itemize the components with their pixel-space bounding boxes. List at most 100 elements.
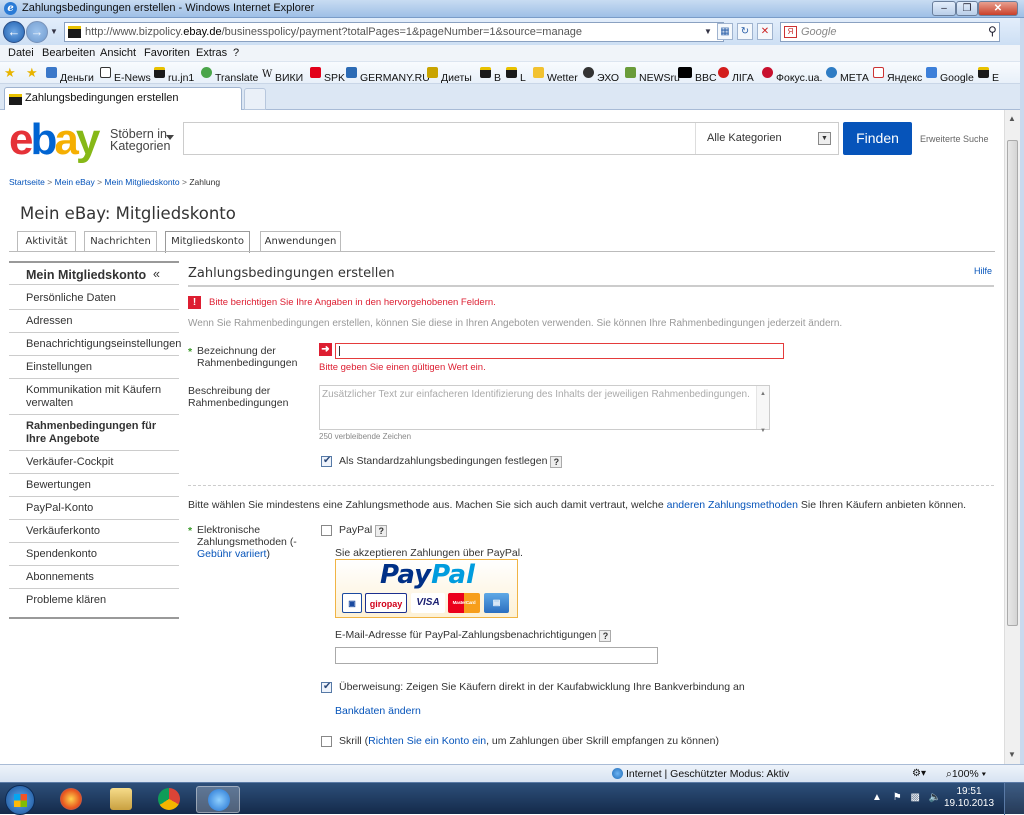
menu-ansicht[interactable]: Ansicht <box>100 47 136 59</box>
fav-rujn1[interactable]: ru.jn1 <box>154 67 194 84</box>
textarea-scrollbar[interactable]: ▲ ▼ <box>756 386 769 434</box>
zoom-level[interactable]: ⌕100% ▾ <box>946 768 986 781</box>
address-input[interactable]: http://www.bizpolicy.ebay.de/businesspol… <box>64 22 724 42</box>
add-favorite-icon[interactable]: ★ <box>26 65 38 81</box>
fav-translate[interactable]: Translate <box>201 67 258 84</box>
fav-google[interactable]: Google <box>926 67 974 84</box>
close-window-button[interactable]: ✕ <box>978 1 1018 16</box>
fav-b[interactable]: B <box>480 67 501 84</box>
chrome-taskbar-icon[interactable] <box>152 786 186 813</box>
fav-bbc[interactable]: BBC <box>678 67 717 84</box>
compatibility-view-icon[interactable]: ▦ <box>717 23 733 40</box>
help-link[interactable]: Hilfe <box>974 266 992 276</box>
other-payment-methods-link[interactable]: anderen Zahlungsmethoden <box>667 499 798 511</box>
forward-button[interactable]: → <box>26 21 48 43</box>
tray-expand-icon[interactable]: ▲ <box>872 792 882 803</box>
paypal-help-icon[interactable]: ? <box>375 525 388 537</box>
page-scrollbar[interactable]: ▲ ▼ <box>1004 110 1020 764</box>
security-zone[interactable]: Internet | Geschützter Modus: Aktiv <box>612 768 789 780</box>
tab-aktivitaet[interactable]: Aktivität <box>17 231 76 252</box>
search-icon[interactable]: ⚲ <box>988 24 997 38</box>
search-provider-input[interactable]: Я Google <box>780 22 1000 42</box>
category-dropdown-icon[interactable]: ▼ <box>818 132 831 145</box>
scroll-thumb[interactable] <box>1007 140 1018 626</box>
fav-echo[interactable]: ЭХО <box>583 67 619 84</box>
sidebar-item-verkaeufer-cockpit[interactable]: Verkäufer-Cockpit <box>9 451 179 474</box>
tab-mitgliedskonto[interactable]: Mitgliedskonto <box>165 231 250 253</box>
sidebar-item-kommunikation[interactable]: Kommunikation mit Käufern verwalten <box>9 379 179 415</box>
start-button[interactable] <box>5 785 35 815</box>
fav-wiki[interactable]: W ВИКИ <box>262 67 303 84</box>
browser-tab-active[interactable]: Zahlungsbedingungen erstellen <box>4 87 242 110</box>
bank-details-link[interactable]: Bankdaten ändern <box>335 705 421 717</box>
show-desktop-button[interactable] <box>1004 783 1024 815</box>
policy-description-textarea[interactable]: Zusätzlicher Text zur einfacheren Identi… <box>319 385 770 434</box>
fee-varies-link[interactable]: Gebühr variiert <box>197 548 266 560</box>
paypal-checkbox[interactable] <box>321 525 332 536</box>
fav-germany[interactable]: GERMANY.RU <box>346 67 430 84</box>
protected-mode-icon[interactable]: ⚙▾ <box>912 768 926 779</box>
paypal-email-input[interactable] <box>335 647 658 664</box>
ebay-logo[interactable]: ebay <box>9 116 100 164</box>
sidebar-item-abonnements[interactable]: Abonnements <box>9 566 179 589</box>
fav-newsru[interactable]: NEWSru <box>625 67 680 84</box>
tab-nachrichten[interactable]: Nachrichten <box>84 231 157 252</box>
scroll-down-icon[interactable]: ▼ <box>1008 750 1016 759</box>
breadcrumb-my-ebay[interactable]: Mein eBay <box>55 177 95 187</box>
sidebar-item-verkaeuferkonto[interactable]: Verkäuferkonto <box>9 520 179 543</box>
fav-yandex[interactable]: Яндекс <box>873 67 922 84</box>
browse-categories-button[interactable]: Stöbern in Kategorien <box>110 128 174 152</box>
sidebar-item-bewertungen[interactable]: Bewertungen <box>9 474 179 497</box>
fav-dengi[interactable]: Деньги <box>46 67 94 84</box>
menu-favoriten[interactable]: Favoriten <box>144 47 190 59</box>
category-select[interactable]: Alle Kategorien ▼ <box>695 123 839 154</box>
minimize-button[interactable]: – <box>932 1 956 16</box>
sidebar-item-adressen[interactable]: Adressen <box>9 310 179 333</box>
skrill-checkbox[interactable] <box>321 736 332 747</box>
restore-button[interactable]: ❐ <box>956 1 978 16</box>
breadcrumb-account[interactable]: Mein Mitgliedskonto <box>105 177 180 187</box>
email-help-icon[interactable]: ? <box>599 630 612 642</box>
fav-diety[interactable]: Диеты <box>427 67 472 84</box>
stop-icon[interactable]: ✕ <box>757 23 773 40</box>
ebay-search-input[interactable]: Alle Kategorien ▼ <box>183 122 839 155</box>
explorer-taskbar-icon[interactable] <box>104 786 138 813</box>
favorites-star-icon[interactable]: ★ <box>4 65 16 81</box>
ie-taskbar-icon[interactable] <box>196 786 240 813</box>
fav-liga[interactable]: ЛІГА <box>718 67 754 84</box>
fav-meta[interactable]: МЕТА <box>826 67 869 84</box>
sidebar-item-rahmenbedingungen[interactable]: Rahmenbedingungen für Ihre Angebote <box>9 415 179 451</box>
find-button[interactable]: Finden <box>843 122 912 155</box>
policy-name-input[interactable] <box>335 343 784 359</box>
menu-datei[interactable]: Datei <box>8 47 34 59</box>
scroll-up-icon[interactable]: ▲ <box>1008 114 1016 123</box>
back-button[interactable]: ← <box>3 21 25 43</box>
fav-fokus[interactable]: Фокус.ua. <box>762 67 822 84</box>
menu-extras[interactable]: Extras <box>196 47 227 59</box>
tray-flag-icon[interactable]: ⚑ <box>893 792 902 803</box>
refresh-icon[interactable]: ↻ <box>737 23 753 40</box>
sidebar-item-paypal-konto[interactable]: PayPal-Konto <box>9 497 179 520</box>
default-policy-checkbox[interactable] <box>321 455 332 467</box>
menu-help[interactable]: ? <box>233 47 239 59</box>
fav-wetter[interactable]: Wetter <box>533 67 578 84</box>
sidebar-item-spendenkonto[interactable]: Spendenkonto <box>9 543 179 566</box>
new-tab-button[interactable] <box>244 88 266 110</box>
default-help-icon[interactable]: ? <box>550 456 563 468</box>
advanced-search-link[interactable]: Erweiterte Suche <box>920 134 989 144</box>
network-icon[interactable]: ▩ <box>910 792 919 803</box>
fav-e[interactable]: E <box>978 67 999 84</box>
breadcrumb-home[interactable]: Startseite <box>9 177 45 187</box>
bank-transfer-checkbox[interactable] <box>321 681 332 693</box>
fav-enews[interactable]: E-News <box>100 67 151 84</box>
fav-spk[interactable]: SPK <box>310 67 345 84</box>
menu-bearbeiten[interactable]: Bearbeiten <box>42 47 95 59</box>
skrill-setup-link[interactable]: Richten Sie ein Konto ein <box>368 735 486 747</box>
sidebar-item-benachrichtigungen[interactable]: Benachrichtigungseinstellungen <box>9 333 181 356</box>
firefox-taskbar-icon[interactable] <box>54 786 88 813</box>
sidebar-item-probleme[interactable]: Probleme klären <box>9 589 179 617</box>
tab-anwendungen[interactable]: Anwendungen <box>260 231 341 252</box>
sidebar-item-persoenliche-daten[interactable]: Persönliche Daten <box>9 287 179 310</box>
sidebar-item-einstellungen[interactable]: Einstellungen <box>9 356 179 379</box>
system-clock[interactable]: 19:51 19.10.2013 <box>944 786 994 810</box>
